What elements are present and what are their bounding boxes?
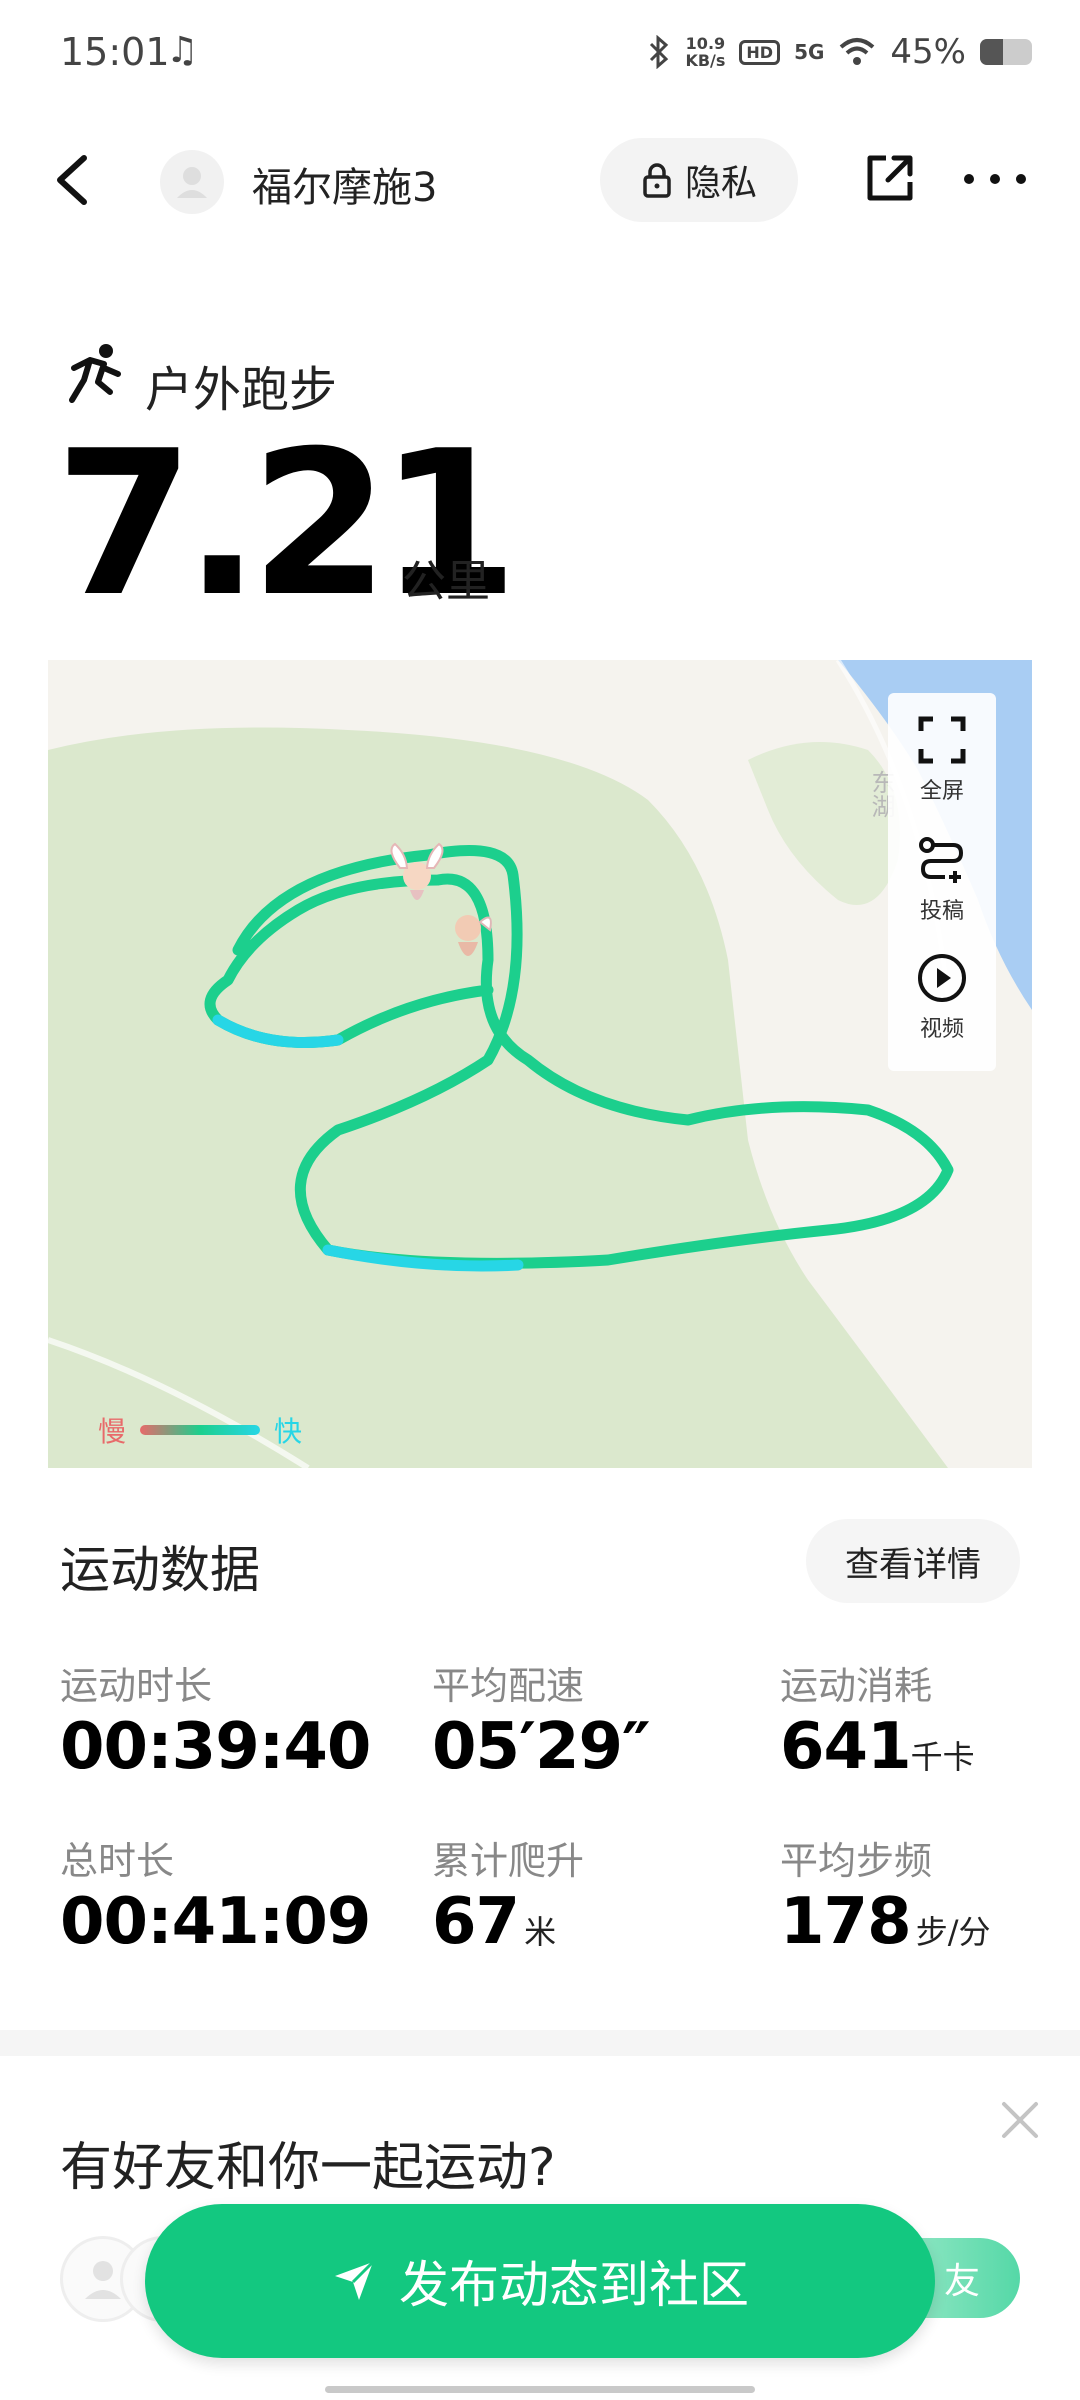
- map-tools-panel: 全屏 投稿 视频: [888, 693, 996, 1071]
- legend-fast: 快: [274, 1415, 303, 1448]
- status-time: 15:01: [60, 30, 170, 74]
- legend-slow: 慢: [98, 1415, 127, 1448]
- stat-calories: 运动消耗 641千卡: [780, 1655, 975, 1784]
- friends-title: 有好友和你一起运动?: [60, 2138, 556, 2198]
- section-divider: [0, 2030, 1080, 2056]
- battery-fill: [980, 39, 1004, 65]
- stat-label: 累计爬升: [432, 1839, 585, 1883]
- share-icon: [867, 155, 913, 201]
- chevron-left-icon: [57, 155, 87, 205]
- privacy-label: 隐私: [684, 163, 757, 204]
- page-title: 福尔摩施3: [252, 165, 438, 211]
- home-indicator[interactable]: [325, 2386, 755, 2393]
- stat-value: 00:39:40: [60, 1710, 371, 1784]
- stat-value: 641: [780, 1710, 912, 1784]
- play-icon: [918, 954, 966, 1002]
- stats-title: 运动数据: [60, 1541, 260, 1599]
- signal-5g-icon: 5G: [794, 40, 825, 64]
- stat-label: 平均配速: [432, 1664, 585, 1708]
- stat-label: 平均步频: [780, 1839, 933, 1883]
- battery-icon: [980, 39, 1032, 65]
- legend-gradient: [140, 1425, 261, 1435]
- view-details-button[interactable]: 查看详情: [806, 1519, 1020, 1603]
- status-icons: 10.9 KB/s HD 5G 45%: [647, 32, 1032, 72]
- stat-unit: 千卡: [910, 1738, 975, 1776]
- stat-label: 运动时长: [60, 1664, 213, 1708]
- lock-icon: [643, 163, 671, 198]
- more-icon: [964, 174, 1026, 184]
- stat-value: 00:41:09: [60, 1885, 371, 1959]
- speed-legend: 慢 快: [98, 1410, 302, 1450]
- post-button[interactable]: 投稿: [888, 833, 996, 925]
- stat-unit: 米: [524, 1913, 557, 1951]
- stat-avg-pace: 平均配速 05′29″: [432, 1655, 651, 1784]
- route-map[interactable]: 东湖: [48, 660, 1032, 1468]
- avatar[interactable]: [160, 150, 224, 214]
- stat-cadence: 平均步频 178 步/分: [780, 1830, 990, 1959]
- battery-text: 45%: [890, 32, 966, 72]
- back-button[interactable]: [40, 140, 110, 220]
- privacy-button[interactable]: 隐私: [600, 138, 798, 222]
- user-icon: [177, 167, 207, 198]
- video-button[interactable]: 视频: [888, 951, 996, 1043]
- running-icon: [60, 340, 130, 410]
- distance-unit: 公里: [402, 556, 490, 607]
- more-button[interactable]: [960, 146, 1030, 210]
- stat-value: 05′29″: [432, 1710, 651, 1784]
- wifi-icon: [840, 38, 875, 65]
- publish-label: 发布动态到社区: [399, 2256, 749, 2314]
- bluetooth-icon: [650, 35, 669, 69]
- hd-badge: HD: [739, 39, 781, 65]
- send-icon: [335, 2260, 375, 2300]
- stat-duration: 运动时长 00:39:40: [60, 1655, 371, 1784]
- music-icon: ♫: [166, 30, 199, 71]
- stat-total-time: 总时长 00:41:09: [60, 1830, 371, 1959]
- stat-label: 总时长: [60, 1839, 175, 1883]
- close-icon: [1002, 2102, 1038, 2138]
- stat-value: 178: [780, 1885, 912, 1959]
- publish-to-community-button[interactable]: 发布动态到社区: [145, 2204, 935, 2358]
- fullscreen-icon: [918, 716, 966, 764]
- route-post-icon: [919, 837, 964, 883]
- close-button[interactable]: [998, 2098, 1042, 2142]
- stat-label: 运动消耗: [780, 1664, 933, 1708]
- status-bar: 15:01 ♫ 10.9 KB/s HD 5G 45%: [0, 0, 1080, 110]
- stat-elevation: 累计爬升 67 米: [432, 1830, 584, 1959]
- invite-label: 友: [943, 2261, 980, 2302]
- stat-unit: 步/分: [915, 1913, 991, 1951]
- share-button[interactable]: [858, 146, 922, 210]
- fullscreen-button[interactable]: 全屏: [888, 713, 996, 805]
- network-speed: 10.9 KB/s: [685, 34, 726, 70]
- stat-value: 67: [432, 1885, 520, 1959]
